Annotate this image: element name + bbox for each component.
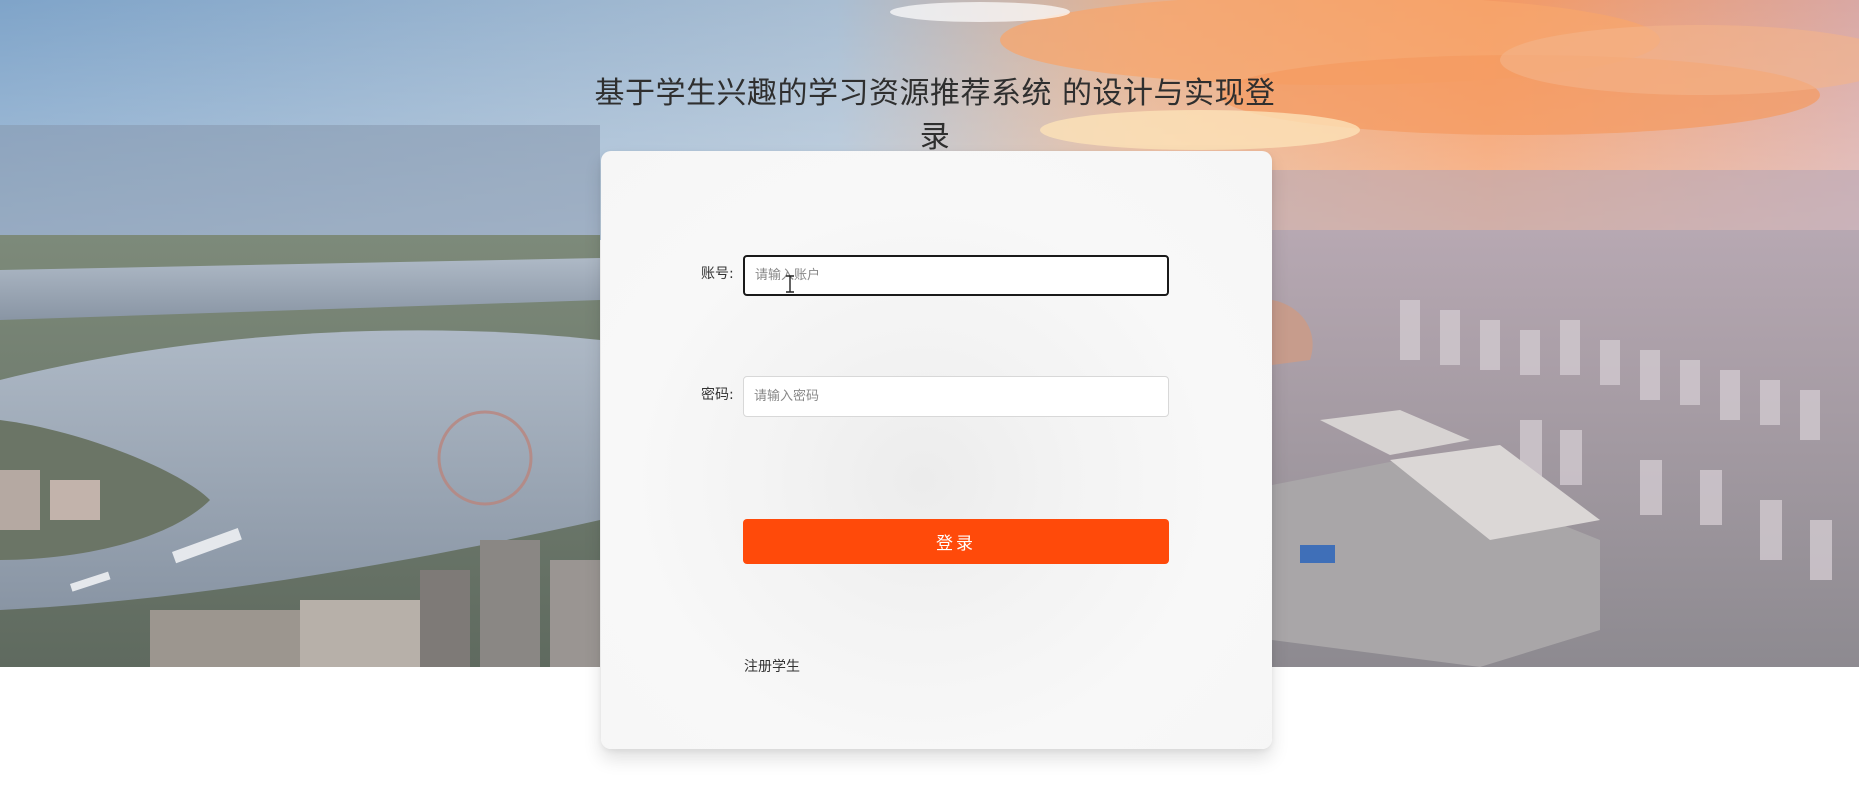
password-input[interactable] — [743, 376, 1169, 417]
login-card: 账号: 密码: 登录 注册学生 — [601, 151, 1272, 749]
text-cursor-icon — [786, 275, 794, 293]
login-page: 基于学生兴趣的学习资源推荐系统 的设计与实现登录 账号: 密码: 登录 注册学生 — [0, 0, 1859, 803]
account-label: 账号: — [701, 266, 734, 282]
account-input[interactable] — [743, 255, 1169, 296]
login-button[interactable]: 登录 — [743, 519, 1169, 564]
password-label: 密码: — [701, 387, 734, 403]
register-student-link[interactable]: 注册学生 — [744, 656, 800, 676]
page-title: 基于学生兴趣的学习资源推荐系统 的设计与实现登录 — [594, 76, 1276, 155]
